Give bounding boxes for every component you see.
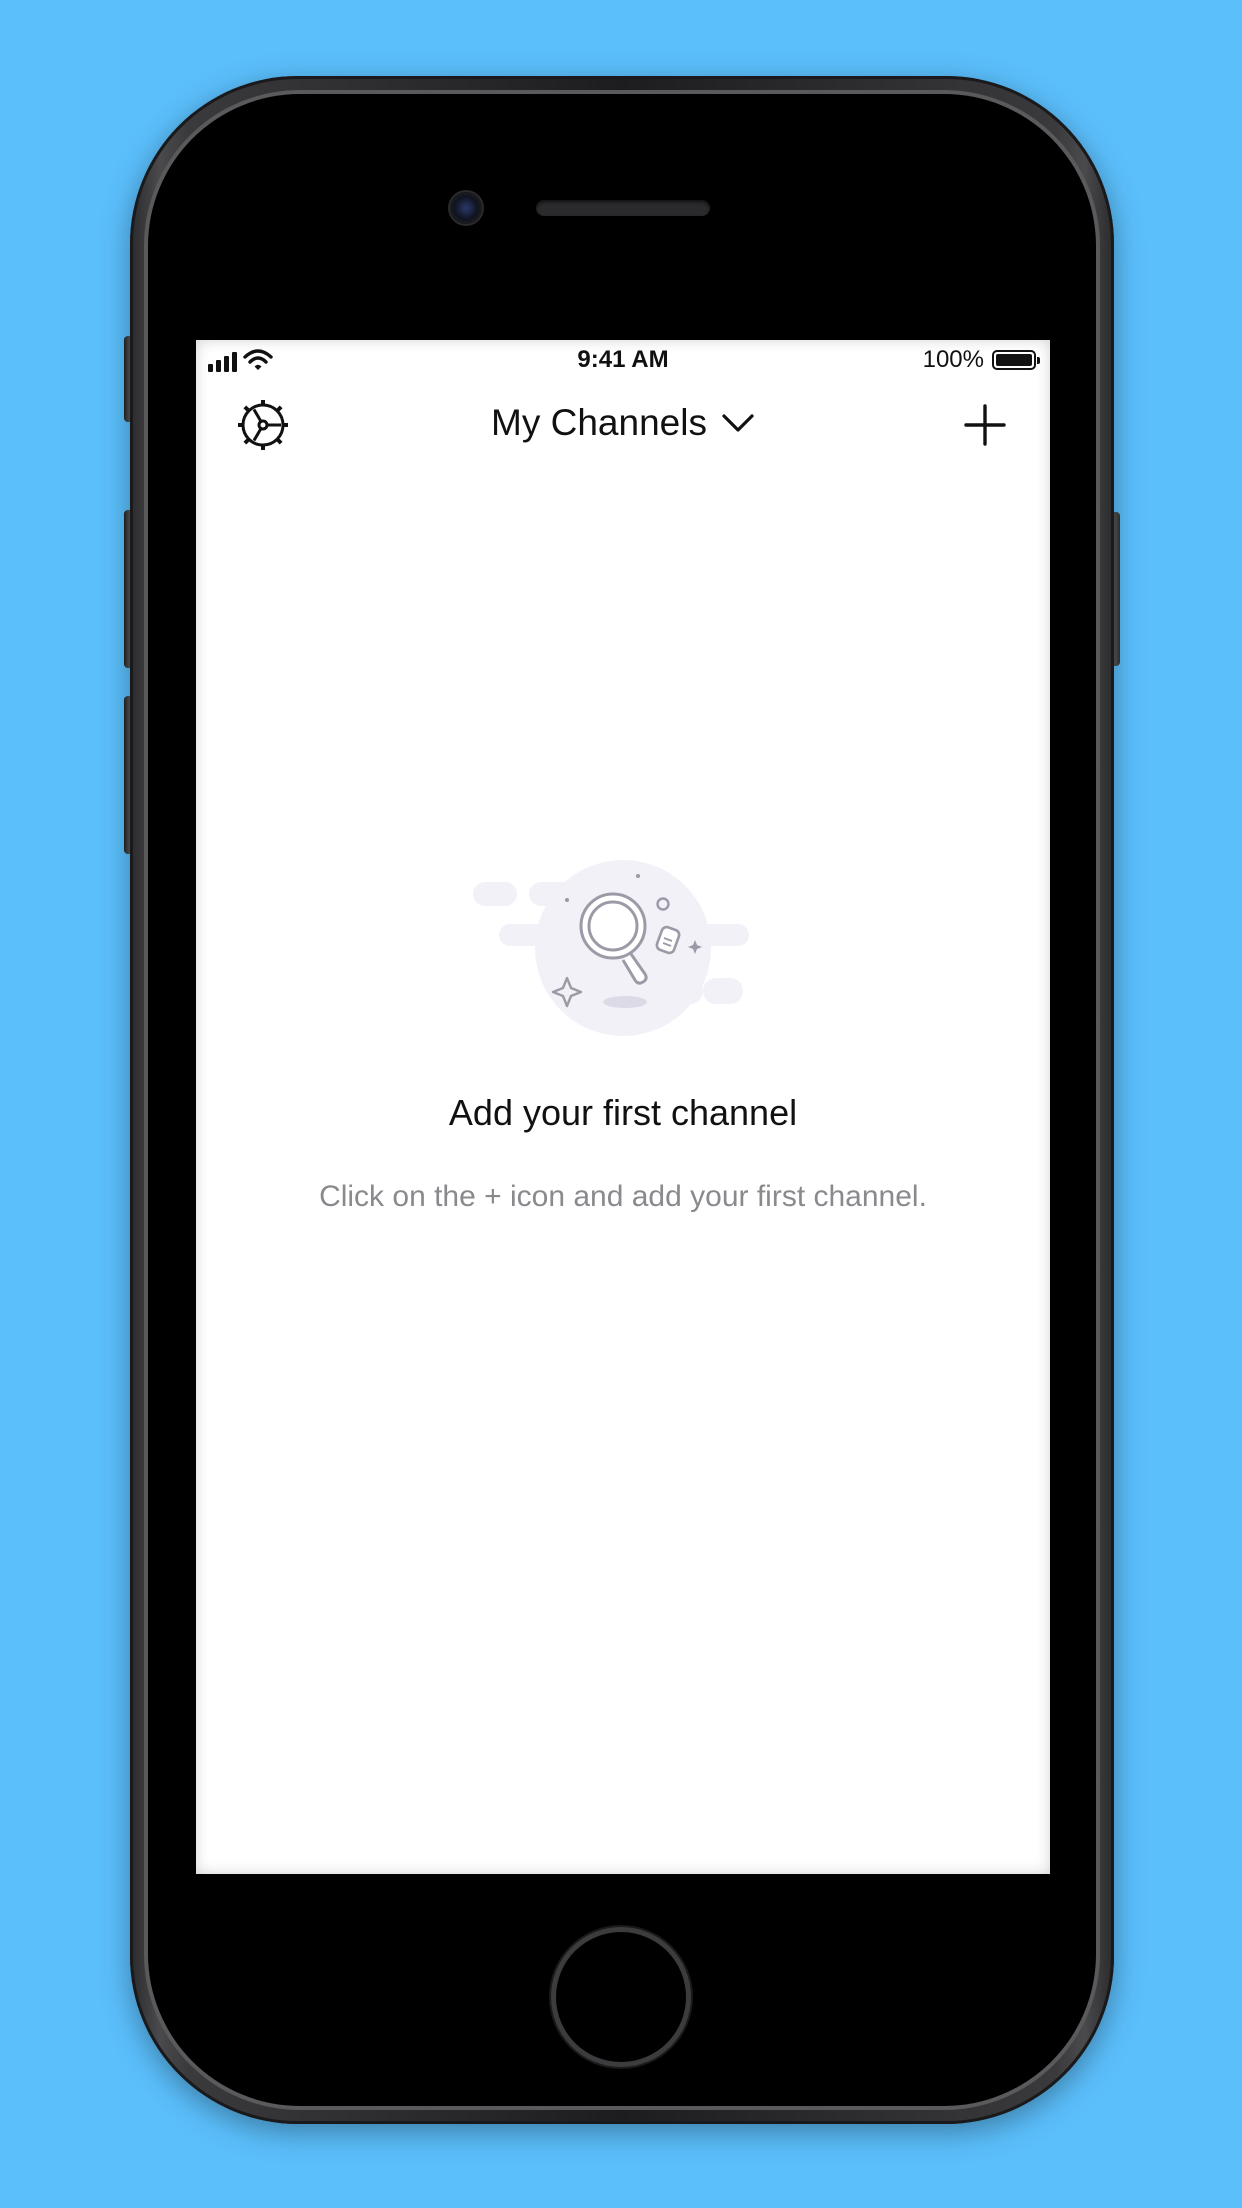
- battery-icon: [992, 350, 1040, 370]
- nav-bar: My Channels: [196, 390, 1050, 460]
- magnifier-illustration: [473, 860, 749, 1036]
- nav-title: My Channels: [491, 402, 707, 443]
- add-channel-button[interactable]: [960, 400, 1010, 450]
- front-camera: [450, 192, 482, 224]
- empty-state-title: Add your first channel: [448, 1092, 798, 1133]
- status-bar: 9:41 AM 100%: [196, 340, 1050, 380]
- battery-percent: 100%: [922, 346, 984, 373]
- background: 9:41 AM 100% My Channels Add your first …: [0, 0, 1242, 2208]
- empty-state: Add your first channel Click on the + ic…: [196, 860, 1050, 1214]
- home-button[interactable]: [556, 1932, 686, 2062]
- channel-selector[interactable]: My Channels: [196, 402, 1050, 444]
- screen: 9:41 AM 100% My Channels Add your first …: [196, 340, 1050, 1874]
- empty-state-subtitle: Click on the + icon and add your first c…: [319, 1180, 927, 1213]
- status-right: 100%: [922, 346, 1040, 374]
- chevron-down-icon: [722, 414, 754, 432]
- plus-icon: [964, 404, 1006, 446]
- earpiece-speaker: [536, 200, 710, 216]
